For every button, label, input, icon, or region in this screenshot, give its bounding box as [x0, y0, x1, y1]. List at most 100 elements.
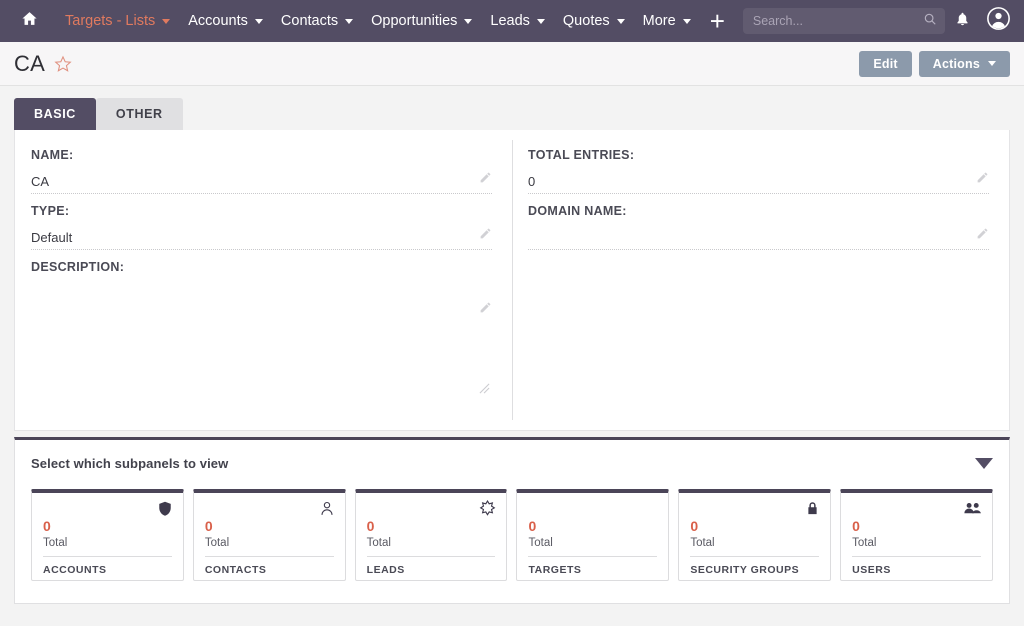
- field-value-row[interactable]: [31, 283, 492, 401]
- nav-item-leads[interactable]: Leads: [481, 0, 554, 42]
- chevron-down-icon: [345, 19, 353, 24]
- user-avatar-icon: [986, 6, 1011, 36]
- card-title: CONTACTS: [205, 564, 334, 576]
- favorite-star-icon[interactable]: [54, 55, 72, 73]
- field-label: TYPE:: [31, 204, 492, 218]
- subpanel-card-leads[interactable]: 0 Total LEADS: [355, 489, 508, 581]
- page-titlebar: CA Edit Actions: [0, 42, 1024, 86]
- subpanel-header-title: Select which subpanels to view: [31, 456, 228, 471]
- person-outline-icon: [319, 500, 335, 522]
- nav-item-accounts[interactable]: Accounts: [179, 0, 272, 42]
- subpanel-header[interactable]: Select which subpanels to view: [15, 440, 1009, 481]
- subpanel-card-contacts[interactable]: 0 Total CONTACTS: [193, 489, 346, 581]
- detail-column-right: TOTAL ENTRIES: 0 DOMAIN NAME:: [512, 130, 1009, 430]
- nav-item-label: Leads: [490, 13, 530, 29]
- card-title: ACCOUNTS: [43, 564, 172, 576]
- field-value: CA: [31, 174, 479, 189]
- chevron-down-icon: [255, 19, 263, 24]
- field-value-row[interactable]: 0: [528, 171, 989, 194]
- tab-other[interactable]: OTHER: [96, 98, 183, 130]
- tab-basic[interactable]: BASIC: [14, 98, 96, 130]
- card-count: 0: [690, 518, 819, 534]
- home-button[interactable]: [14, 6, 44, 36]
- card-title: TARGETS: [528, 564, 657, 576]
- detail-tabs: BASIC OTHER: [0, 86, 1024, 130]
- nav-item-label: More: [643, 13, 676, 29]
- search-icon: [923, 12, 937, 31]
- card-title: USERS: [852, 564, 981, 576]
- edit-pencil-icon[interactable]: [976, 227, 989, 245]
- notifications-button[interactable]: [946, 5, 978, 37]
- chevron-down-icon: [464, 19, 472, 24]
- chevron-down-icon[interactable]: [975, 458, 993, 469]
- nav-item-quotes[interactable]: Quotes: [554, 0, 634, 42]
- card-count: 0: [43, 518, 172, 534]
- field-value-row[interactable]: [528, 227, 989, 250]
- users-icon: [963, 500, 982, 522]
- edit-pencil-icon[interactable]: [479, 227, 492, 245]
- card-total-label: Total: [367, 537, 496, 557]
- shield-icon: [157, 500, 173, 522]
- resize-grip-icon[interactable]: [479, 381, 490, 399]
- bell-icon: [955, 11, 970, 32]
- lock-icon: [805, 500, 820, 522]
- subpanel-card-targets[interactable]: 0 Total TARGETS: [516, 489, 669, 581]
- chevron-down-icon: [988, 61, 996, 66]
- subpanel-card-users[interactable]: 0 Total USERS: [840, 489, 993, 581]
- card-title: SECURITY GROUPS: [690, 564, 819, 576]
- card-count: 0: [367, 518, 496, 534]
- field-value-row[interactable]: Default: [31, 227, 492, 250]
- field-label: DOMAIN NAME:: [528, 204, 989, 218]
- subpanel-container: Select which subpanels to view 0 Total A…: [14, 437, 1010, 604]
- chevron-down-icon: [537, 19, 545, 24]
- page-title: CA: [14, 51, 45, 77]
- chevron-down-icon: [683, 19, 691, 24]
- search-box[interactable]: [743, 8, 945, 34]
- field-name: NAME: CA: [31, 148, 492, 204]
- subpanel-card-accounts[interactable]: 0 Total ACCOUNTS: [31, 489, 184, 581]
- card-total-label: Total: [528, 537, 657, 557]
- nav-item-more[interactable]: More: [634, 0, 700, 42]
- subpanel-card-security-groups[interactable]: 0 Total SECURITY GROUPS: [678, 489, 831, 581]
- nav-item-label: Opportunities: [371, 13, 457, 29]
- field-total-entries: TOTAL ENTRIES: 0: [528, 148, 989, 204]
- edit-button[interactable]: Edit: [859, 51, 911, 77]
- chevron-down-icon: [617, 19, 625, 24]
- nav-item-label: Accounts: [188, 13, 248, 29]
- card-total-label: Total: [43, 537, 172, 557]
- search-input[interactable]: [751, 13, 923, 29]
- top-navbar: Targets - Lists Accounts Contacts Opport…: [0, 0, 1024, 42]
- field-label: TOTAL ENTRIES:: [528, 148, 989, 162]
- nav-item-opportunities[interactable]: Opportunities: [362, 0, 481, 42]
- field-description: DESCRIPTION:: [31, 260, 492, 411]
- field-label: DESCRIPTION:: [31, 260, 492, 274]
- field-value: 0: [528, 174, 976, 189]
- card-count: 0: [528, 518, 657, 534]
- edit-pencil-icon[interactable]: [479, 301, 492, 319]
- detail-panel: NAME: CA TYPE: Default DESCRIPTION:: [14, 130, 1010, 431]
- add-button[interactable]: +: [700, 8, 735, 34]
- field-value: Default: [31, 230, 479, 245]
- detail-column-left: NAME: CA TYPE: Default DESCRIPTION:: [15, 130, 512, 430]
- edit-pencil-icon[interactable]: [976, 171, 989, 189]
- edit-pencil-icon[interactable]: [479, 171, 492, 189]
- card-total-label: Total: [852, 537, 981, 557]
- subpanel-cards-row: 0 Total ACCOUNTS 0 Total CONTACTS 0 Tota…: [15, 481, 1009, 603]
- nav-item-contacts[interactable]: Contacts: [272, 0, 362, 42]
- card-total-label: Total: [205, 537, 334, 557]
- field-label: NAME:: [31, 148, 492, 162]
- field-domain-name: DOMAIN NAME:: [528, 204, 989, 260]
- home-icon: [21, 10, 38, 32]
- nav-item-label: Targets - Lists: [65, 13, 155, 29]
- navbar-right-group: [946, 5, 1014, 37]
- chevron-down-icon: [162, 19, 170, 24]
- profile-button[interactable]: [982, 5, 1014, 37]
- card-title: LEADS: [367, 564, 496, 576]
- nav-item-targets-lists[interactable]: Targets - Lists: [56, 0, 179, 42]
- field-value-row[interactable]: CA: [31, 171, 492, 194]
- actions-button[interactable]: Actions: [919, 51, 1010, 77]
- card-count: 0: [205, 518, 334, 534]
- starburst-icon: [479, 500, 496, 522]
- nav-item-label: Quotes: [563, 13, 610, 29]
- card-total-label: Total: [690, 537, 819, 557]
